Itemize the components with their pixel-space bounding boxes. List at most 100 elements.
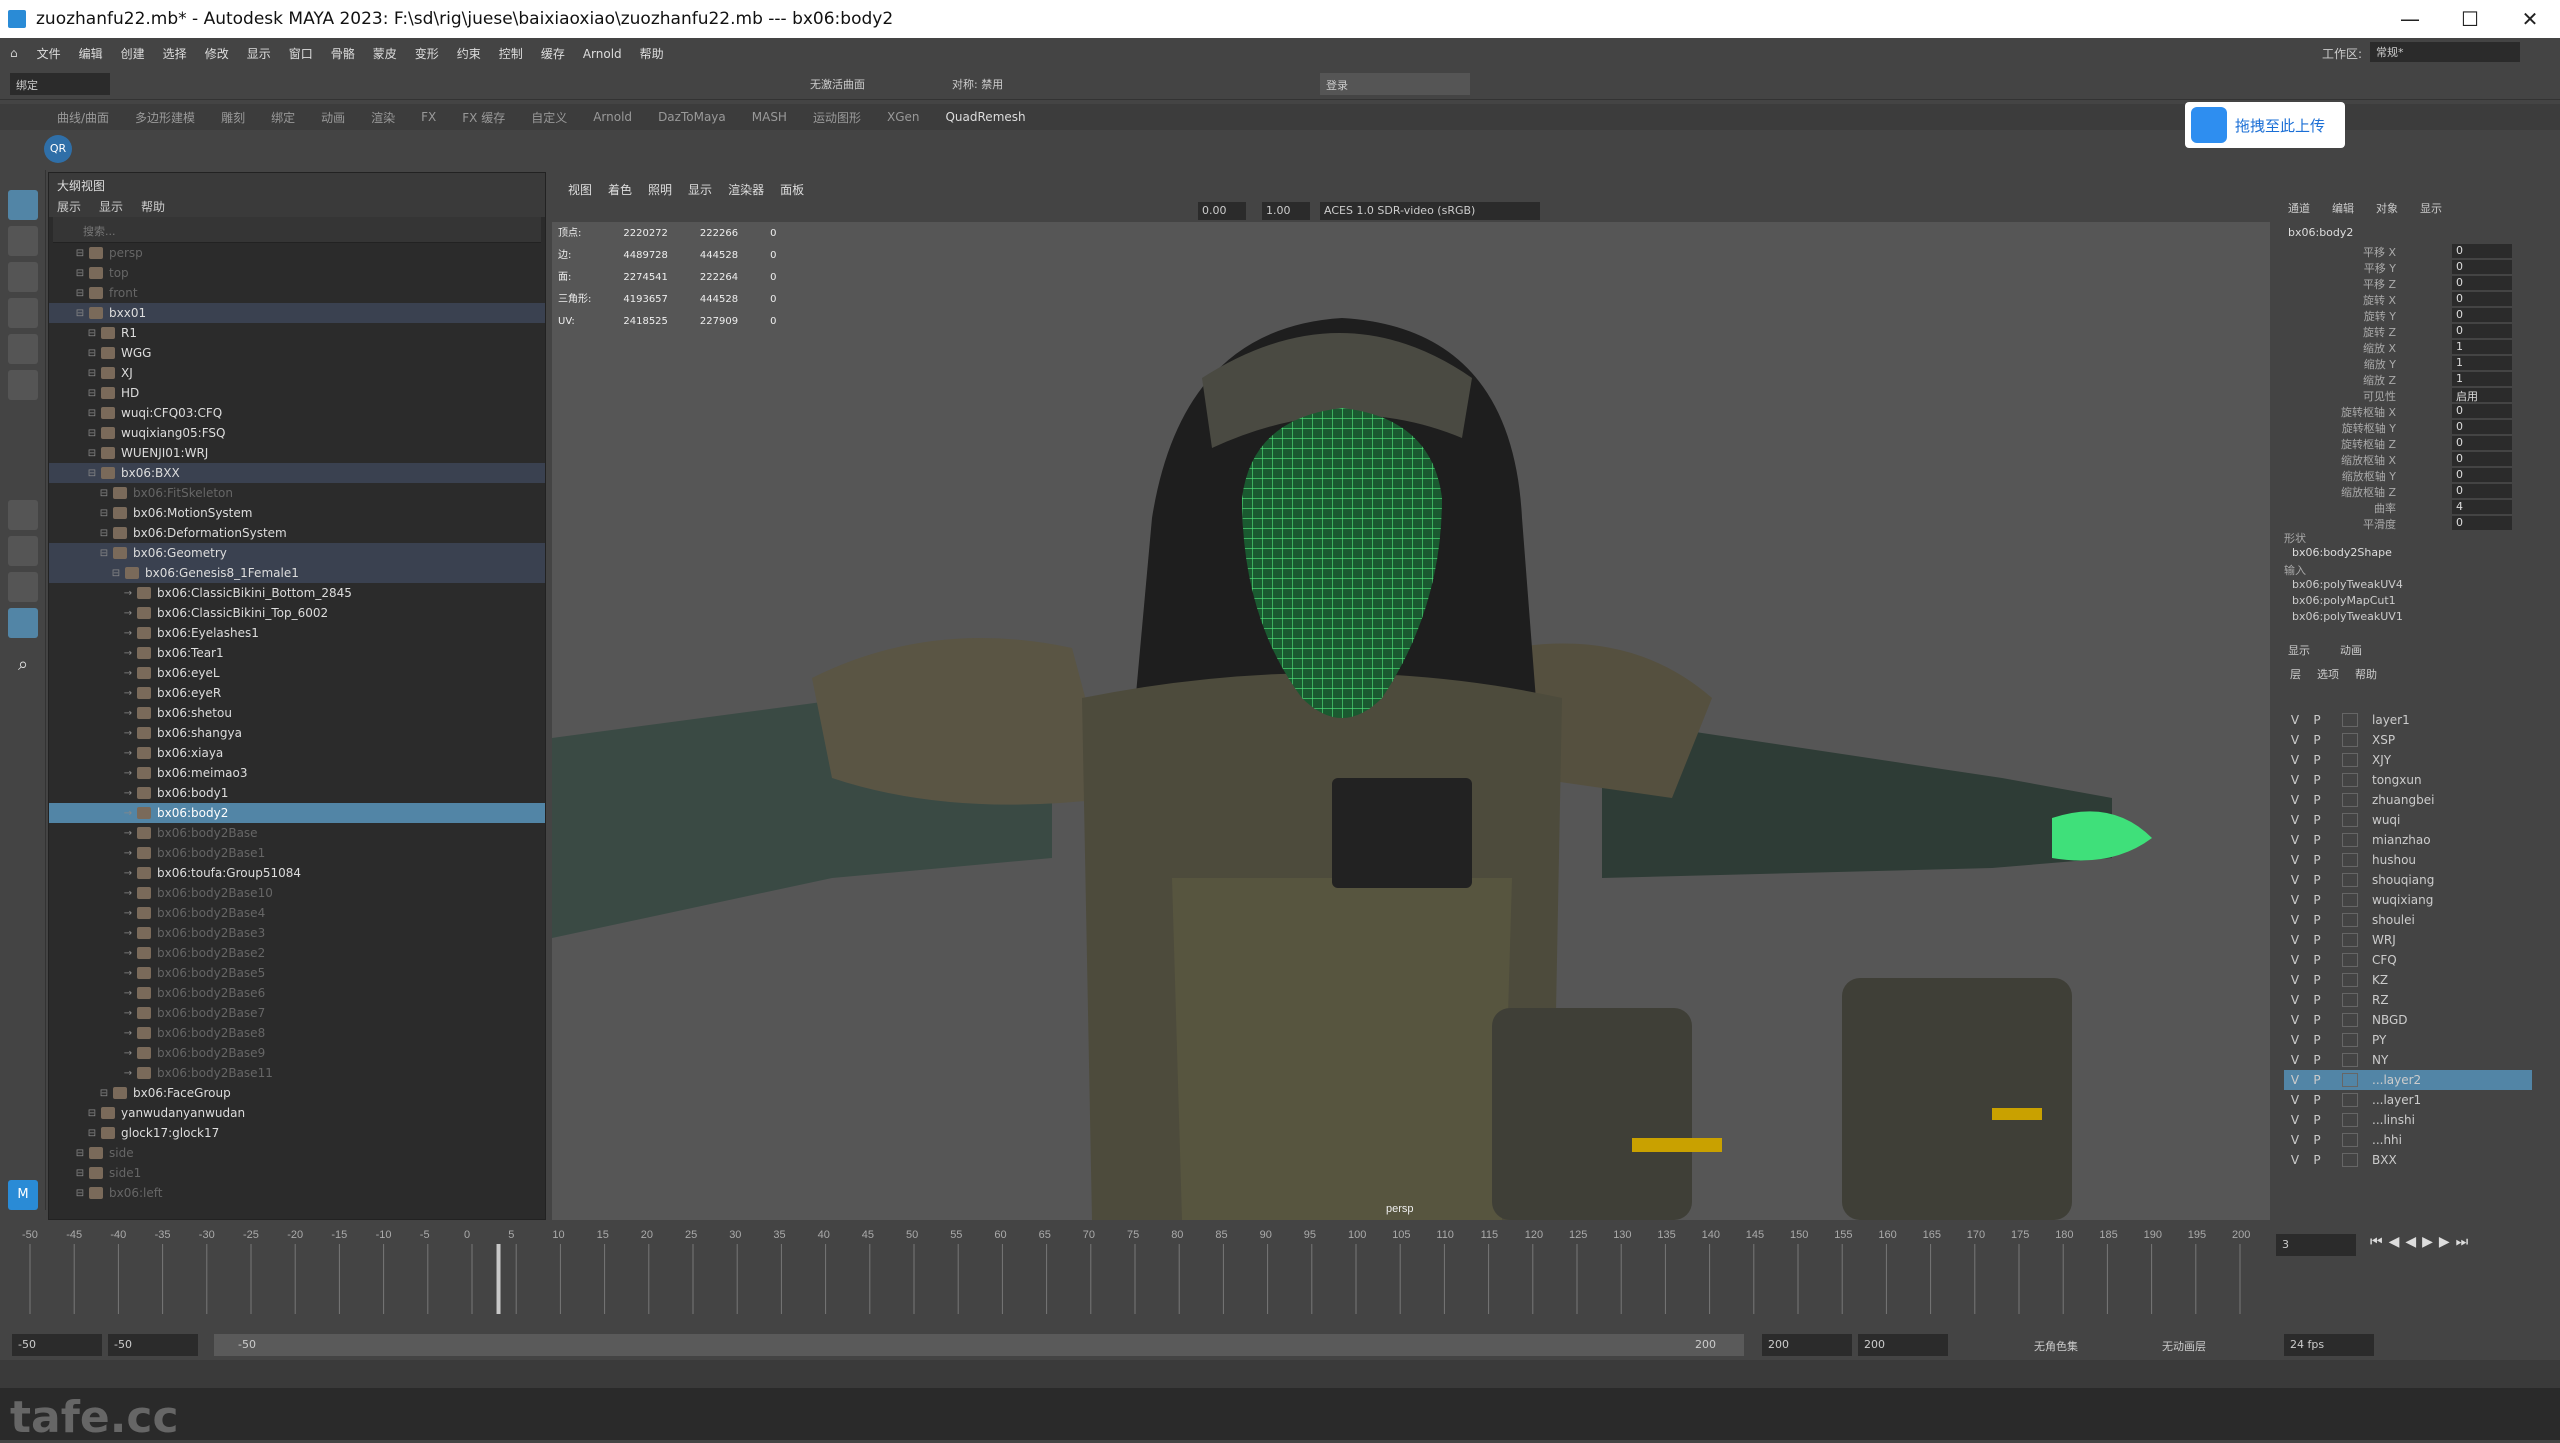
attr-value[interactable]: 0 <box>2452 468 2512 482</box>
outliner-row[interactable]: ⊟ HD <box>49 383 545 403</box>
color-swatch-icon[interactable] <box>2342 1033 2358 1047</box>
layer-row[interactable]: V P PY <box>2284 1030 2532 1050</box>
expand-icon[interactable]: → <box>123 648 133 659</box>
expand-icon[interactable]: ⊟ <box>75 308 85 319</box>
playhead[interactable] <box>496 1244 501 1314</box>
visibility-toggle[interactable]: V <box>2284 1093 2306 1107</box>
attr-label[interactable]: 平移 Y <box>2280 260 2396 276</box>
playback-toggle[interactable]: P <box>2306 713 2328 727</box>
layer-row[interactable]: V Phushou <box>2284 850 2532 870</box>
playback-toggle[interactable]: P <box>2306 973 2328 987</box>
layer-row[interactable]: V P XSP <box>2284 730 2532 750</box>
attr-value[interactable]: 0 <box>2452 324 2512 338</box>
menu-item[interactable]: 蒙皮 <box>364 47 406 61</box>
lasso-tool-icon[interactable] <box>8 226 38 256</box>
expand-icon[interactable]: → <box>123 968 133 979</box>
shelf-tab[interactable]: FX <box>408 110 449 124</box>
outliner-row[interactable]: ⊟ bx06:FitSkeleton <box>49 483 545 503</box>
outliner-row[interactable]: → bx06:body2Base1 <box>49 843 545 863</box>
shape-name[interactable]: bx06:body2Shape <box>2292 546 2392 559</box>
current-frame-field[interactable]: 3 <box>2276 1234 2356 1256</box>
visibility-toggle[interactable]: V <box>2284 1113 2306 1127</box>
attr-label[interactable]: 旋转 Y <box>2280 308 2396 324</box>
outliner-row[interactable]: ⊟ WUENJI01:WRJ <box>49 443 545 463</box>
layer-row[interactable]: V P BXX <box>2284 1150 2532 1170</box>
layer-row[interactable]: V Ptongxun <box>2284 770 2532 790</box>
attr-value[interactable]: 1 <box>2452 356 2512 370</box>
visibility-toggle[interactable]: V <box>2284 933 2306 947</box>
outliner-row[interactable]: → bx06:eyeR <box>49 683 545 703</box>
expand-icon[interactable]: → <box>123 728 133 739</box>
visibility-toggle[interactable]: V <box>2284 973 2306 987</box>
visibility-toggle[interactable]: V <box>2284 993 2306 1007</box>
layer-row[interactable]: V P CFQ <box>2284 950 2532 970</box>
expand-icon[interactable]: ⊟ <box>99 528 109 539</box>
playback-toggle[interactable]: P <box>2306 773 2328 787</box>
outliner-row[interactable]: ⊟ bx06:FaceGroup <box>49 1083 545 1103</box>
playback-toggle[interactable]: P <box>2306 1113 2328 1127</box>
attr-value[interactable]: 0 <box>2452 260 2512 274</box>
viewport-menu-item[interactable]: 显示 <box>680 181 720 198</box>
shelf-tab[interactable]: 动画 <box>308 109 358 126</box>
attr-value[interactable]: 0 <box>2452 420 2512 434</box>
expand-icon[interactable]: ⊟ <box>75 1188 85 1199</box>
layout-icon[interactable] <box>8 500 38 530</box>
outliner-row[interactable]: → bx06:body2Base7 <box>49 1003 545 1023</box>
menu-item[interactable]: 显示 <box>238 47 280 61</box>
color-swatch-icon[interactable] <box>2342 793 2358 807</box>
outliner-row[interactable]: ⊟ glock17:glock17 <box>49 1123 545 1143</box>
outliner-row[interactable]: → bx06:shangya <box>49 723 545 743</box>
color-swatch-icon[interactable] <box>2342 1153 2358 1167</box>
attr-label[interactable]: 缩放枢轴 Y <box>2280 468 2396 484</box>
attr-value[interactable]: 0 <box>2452 436 2512 450</box>
minimize-button[interactable]: — <box>2380 0 2440 38</box>
outliner-menu-item[interactable]: 显示 <box>99 198 123 214</box>
expand-icon[interactable]: → <box>123 1028 133 1039</box>
expand-icon[interactable]: → <box>123 1068 133 1079</box>
outliner-row[interactable]: → bx06:body2Base5 <box>49 963 545 983</box>
attr-value[interactable]: 0 <box>2452 452 2512 466</box>
character-set[interactable]: 无角色集 <box>2034 1338 2078 1354</box>
color-swatch-icon[interactable] <box>2342 913 2358 927</box>
menu-item[interactable]: 选择 <box>154 47 196 61</box>
attr-label[interactable]: 旋转 Z <box>2280 324 2396 340</box>
outliner-row[interactable]: → bx06:body2Base2 <box>49 943 545 963</box>
attr-label[interactable]: 平移 X <box>2280 244 2396 260</box>
visibility-toggle[interactable]: V <box>2284 833 2306 847</box>
playback-toggle[interactable]: P <box>2306 1133 2328 1147</box>
playback-start-field[interactable]: -50 <box>108 1334 198 1356</box>
input-node[interactable]: bx06:polyTweakUV4 <box>2292 578 2403 591</box>
attr-label[interactable]: 缩放 X <box>2280 340 2396 356</box>
upload-button[interactable]: 拖拽至此上传 <box>2185 102 2345 148</box>
exposure-field[interactable]: 0.00 <box>1198 202 1246 220</box>
layer-row[interactable]: V P XJY <box>2284 750 2532 770</box>
shelf-tab[interactable]: 运动图形 <box>800 109 874 126</box>
attr-label[interactable]: 可见性 <box>2280 388 2396 404</box>
end-time-field[interactable]: 200 <box>1858 1334 1948 1356</box>
layer-row[interactable]: V P ...linshi <box>2284 1110 2532 1130</box>
attr-value[interactable]: 4 <box>2452 500 2512 514</box>
playback-toggle[interactable]: P <box>2306 1013 2328 1027</box>
visibility-toggle[interactable]: V <box>2284 1153 2306 1167</box>
menu-item[interactable]: 控制 <box>490 47 532 61</box>
layer-row[interactable]: V Pshoulei <box>2284 910 2532 930</box>
color-swatch-icon[interactable] <box>2342 1133 2358 1147</box>
attr-value[interactable]: 1 <box>2452 372 2512 386</box>
playback-toggle[interactable]: P <box>2306 1053 2328 1067</box>
symmetry-status[interactable]: 对称: 禁用 <box>952 76 1003 92</box>
expand-icon[interactable]: ⊟ <box>99 488 109 499</box>
menu-item[interactable]: Arnold <box>574 47 631 61</box>
attr-label[interactable]: 旋转枢轴 Y <box>2280 420 2396 436</box>
outliner-row[interactable]: ⊟ front <box>49 283 545 303</box>
layer-menu-item[interactable]: 帮助 <box>2355 666 2377 682</box>
layer-tab[interactable]: 显示 <box>2288 642 2310 658</box>
expand-icon[interactable]: ⊟ <box>87 1108 97 1119</box>
outliner-row[interactable]: ⊟ top <box>49 263 545 283</box>
playback-toggle[interactable]: P <box>2306 1033 2328 1047</box>
command-line[interactable] <box>0 1360 2560 1388</box>
fps-select[interactable]: 24 fps <box>2284 1334 2374 1356</box>
search-icon[interactable]: ⌕ <box>8 654 38 684</box>
outliner-layout-icon[interactable] <box>8 608 38 638</box>
attr-value[interactable]: 1 <box>2452 340 2512 354</box>
expand-icon[interactable]: → <box>123 848 133 859</box>
